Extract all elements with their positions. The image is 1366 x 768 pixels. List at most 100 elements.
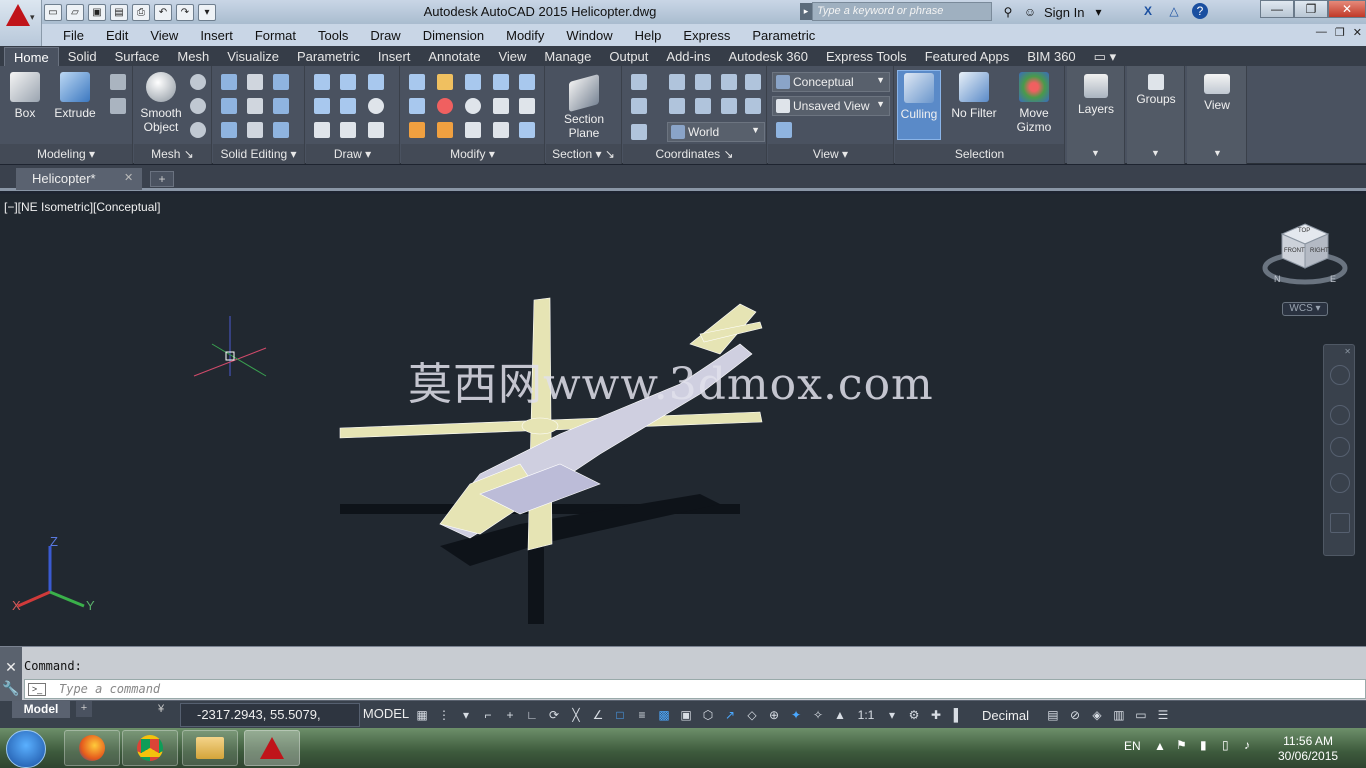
- panel-title-draw[interactable]: Draw ▾: [306, 144, 399, 164]
- close-button[interactable]: ✕: [1328, 0, 1366, 18]
- rotate3d-icon[interactable]: [437, 74, 453, 90]
- new-icon[interactable]: ▭: [44, 3, 62, 21]
- command-input[interactable]: Type a command: [24, 679, 1366, 699]
- drawing-viewport[interactable]: [−][NE Isometric][Conceptual] 莫西网www.3dm: [0, 194, 1366, 646]
- tab-bim360[interactable]: BIM 360: [1018, 47, 1084, 66]
- rotate-icon[interactable]: [465, 98, 481, 114]
- circle-icon[interactable]: [368, 98, 384, 114]
- chrome-taskbar-icon[interactable]: [122, 730, 178, 766]
- chevron-down-icon[interactable]: ▾: [884, 707, 900, 723]
- snap-icon[interactable]: ⋮: [436, 707, 452, 723]
- windows-start-button[interactable]: [6, 730, 46, 768]
- autocad-taskbar-icon[interactable]: [244, 730, 300, 766]
- interfere-icon[interactable]: [247, 98, 263, 114]
- gizmo-icon[interactable]: ⊕: [766, 707, 782, 723]
- zoom-icon[interactable]: [1330, 437, 1350, 457]
- align3d-icon[interactable]: [437, 98, 453, 114]
- ucs-icon-properties-icon[interactable]: [745, 74, 761, 90]
- customization-menu-icon[interactable]: ☰: [1155, 707, 1171, 723]
- wcs-menu[interactable]: WCS ▾: [1282, 302, 1328, 316]
- model-layout-tab[interactable]: Model: [12, 701, 70, 718]
- pan-icon[interactable]: [1330, 405, 1350, 425]
- ucs-previous-icon[interactable]: [669, 98, 685, 114]
- help-icon[interactable]: ?: [1192, 3, 1208, 19]
- visual-style-select[interactable]: Conceptual ▼: [772, 72, 890, 92]
- ucs-world-select[interactable]: World ▼: [667, 122, 765, 142]
- mdi-close-button[interactable]: ✕: [1353, 26, 1362, 39]
- annotation-monitor-icon[interactable]: ✚: [928, 707, 944, 723]
- tab-express-tools[interactable]: Express Tools: [817, 47, 916, 66]
- object-snap-icon[interactable]: □: [612, 707, 628, 723]
- copy-icon[interactable]: [465, 122, 481, 138]
- panel-title-section[interactable]: Section ▾ ↘: [546, 144, 621, 164]
- network-icon[interactable]: ▮: [1200, 738, 1207, 752]
- selection-cycling-icon[interactable]: ▣: [678, 707, 694, 723]
- close-icon[interactable]: ✕: [0, 659, 22, 676]
- panel-title-coordinates[interactable]: Coordinates ↘: [623, 144, 766, 164]
- tab-surface[interactable]: Surface: [106, 47, 169, 66]
- tab-autodesk360[interactable]: Autodesk 360: [719, 47, 817, 66]
- command-line-handle[interactable]: ✕ 🔧: [0, 647, 22, 701]
- panel-title-solid-editing[interactable]: Solid Editing ▾: [213, 144, 304, 164]
- menu-view[interactable]: View: [139, 28, 189, 43]
- exchange-icon[interactable]: X: [1140, 3, 1156, 19]
- tab-manage[interactable]: Manage: [535, 47, 600, 66]
- smooth-object-button[interactable]: Smooth Object: [136, 66, 186, 134]
- object-snap-tracking-icon[interactable]: ∠: [590, 707, 606, 723]
- erase-icon[interactable]: [519, 98, 535, 114]
- trim-icon[interactable]: [519, 74, 535, 90]
- firefox-taskbar-icon[interactable]: [64, 730, 120, 766]
- save-icon[interactable]: ▣: [88, 3, 106, 21]
- ucs-z-icon[interactable]: [745, 98, 761, 114]
- undo-icon[interactable]: ↶: [154, 3, 172, 21]
- view-button[interactable]: View: [1191, 68, 1243, 112]
- showmotion-icon[interactable]: [1330, 513, 1350, 533]
- array-icon[interactable]: [493, 74, 509, 90]
- clean-screen-icon[interactable]: ▭: [1133, 707, 1149, 723]
- workspace-gear-icon[interactable]: ⚙: [906, 707, 922, 723]
- tab-visualize[interactable]: Visualize: [218, 47, 288, 66]
- offset-icon[interactable]: [493, 98, 509, 114]
- panel-title-mesh[interactable]: Mesh ↘: [134, 144, 211, 164]
- mesh-refine-icon[interactable]: [190, 122, 206, 138]
- union-icon[interactable]: [221, 74, 237, 90]
- lock-ui-icon[interactable]: ⊘: [1067, 707, 1083, 723]
- helix-icon[interactable]: [340, 74, 356, 90]
- tab-addins[interactable]: Add-ins: [657, 47, 719, 66]
- menu-parametric[interactable]: Parametric: [741, 28, 826, 43]
- application-menu-button[interactable]: ▾: [0, 0, 42, 46]
- selection-filter-icon[interactable]: ◇: [744, 707, 760, 723]
- panel-title-modify[interactable]: Modify ▾: [401, 144, 544, 164]
- mesh-smooth-more-icon[interactable]: [190, 74, 206, 90]
- polysolid-icon[interactable]: [110, 74, 126, 90]
- open-icon[interactable]: ▱: [66, 3, 84, 21]
- chevron-down-icon[interactable]: ▾: [1090, 4, 1106, 20]
- action-center-flag-icon[interactable]: ⚑: [1176, 738, 1187, 752]
- polygon-icon[interactable]: [314, 122, 330, 138]
- annotation-scale-icon[interactable]: ▲: [832, 707, 848, 723]
- isolate-objects-icon[interactable]: ◈: [1089, 707, 1105, 723]
- ucs-origin-icon[interactable]: [669, 74, 685, 90]
- binoculars-icon[interactable]: ⚲: [1000, 4, 1016, 20]
- minimize-button[interactable]: —: [1260, 0, 1294, 18]
- panel-title-view[interactable]: View ▾: [768, 144, 893, 164]
- fillet-edge-icon[interactable]: [409, 74, 425, 90]
- move-icon[interactable]: [465, 74, 481, 90]
- grid-icon[interactable]: ▦: [414, 707, 430, 723]
- tab-home[interactable]: Home: [4, 47, 59, 66]
- tab-mesh[interactable]: Mesh: [168, 47, 218, 66]
- spline-icon[interactable]: [314, 98, 330, 114]
- steering-wheel-icon[interactable]: [1330, 365, 1350, 385]
- search-input[interactable]: Type a keyword or phrase: [812, 2, 992, 21]
- qat-dropdown-icon[interactable]: ▾: [198, 3, 216, 21]
- tab-featured-apps[interactable]: Featured Apps: [916, 47, 1019, 66]
- groups-button[interactable]: Groups: [1131, 68, 1181, 106]
- separate-icon[interactable]: [273, 122, 289, 138]
- intersect-icon[interactable]: [221, 122, 237, 138]
- ucs-named-icon[interactable]: [631, 98, 647, 114]
- scale-value[interactable]: 1:1: [854, 707, 878, 723]
- subtract-icon[interactable]: [221, 98, 237, 114]
- add-layout-button[interactable]: +: [76, 701, 92, 717]
- slice-icon[interactable]: [247, 74, 263, 90]
- model-space-button[interactable]: MODEL: [362, 703, 410, 727]
